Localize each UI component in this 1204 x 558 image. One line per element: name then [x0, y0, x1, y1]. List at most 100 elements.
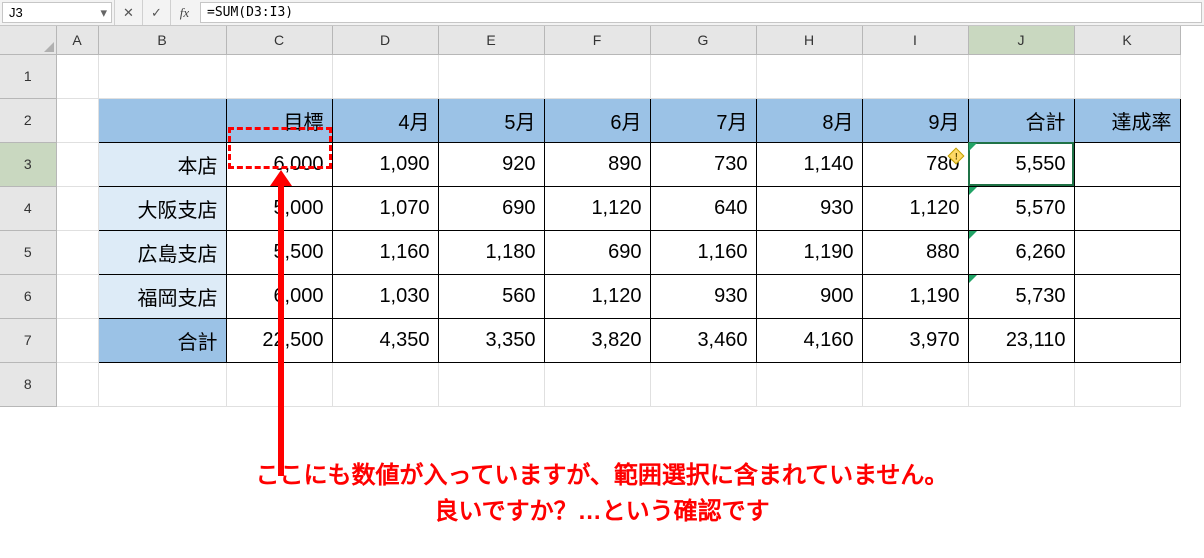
- cell-E3[interactable]: 920: [438, 142, 544, 186]
- cell-G2[interactable]: 7月: [650, 98, 756, 142]
- cell-F8[interactable]: [544, 362, 650, 406]
- cell-B3[interactable]: 本店: [98, 142, 226, 186]
- cell-G3[interactable]: 730: [650, 142, 756, 186]
- cell-K8[interactable]: [1074, 362, 1180, 406]
- spreadsheet-grid[interactable]: A B C D E F G H I J K 1 2 目標 4月 5月 6月 7月…: [0, 26, 1181, 407]
- col-header-K[interactable]: K: [1074, 26, 1180, 54]
- col-header-F[interactable]: F: [544, 26, 650, 54]
- row-header-4[interactable]: 4: [0, 186, 56, 230]
- cell-E8[interactable]: [438, 362, 544, 406]
- cell-F4[interactable]: 1,120: [544, 186, 650, 230]
- cell-E6[interactable]: 560: [438, 274, 544, 318]
- cell-I7[interactable]: 3,970: [862, 318, 968, 362]
- cell-K3[interactable]: [1074, 142, 1180, 186]
- row-header-6[interactable]: 6: [0, 274, 56, 318]
- cell-I5[interactable]: 880: [862, 230, 968, 274]
- cell-E1[interactable]: [438, 54, 544, 98]
- cell-K6[interactable]: [1074, 274, 1180, 318]
- cell-A6[interactable]: [56, 274, 98, 318]
- cell-A2[interactable]: [56, 98, 98, 142]
- col-header-A[interactable]: A: [56, 26, 98, 54]
- cell-C5[interactable]: 5,500: [226, 230, 332, 274]
- cell-H4[interactable]: 930: [756, 186, 862, 230]
- cell-H8[interactable]: [756, 362, 862, 406]
- cell-F5[interactable]: 690: [544, 230, 650, 274]
- row-header-5[interactable]: 5: [0, 230, 56, 274]
- cell-K4[interactable]: [1074, 186, 1180, 230]
- cell-A5[interactable]: [56, 230, 98, 274]
- row-header-7[interactable]: 7: [0, 318, 56, 362]
- cell-D6[interactable]: 1,030: [332, 274, 438, 318]
- cell-E7[interactable]: 3,350: [438, 318, 544, 362]
- cell-D8[interactable]: [332, 362, 438, 406]
- col-header-H[interactable]: H: [756, 26, 862, 54]
- cell-D7[interactable]: 4,350: [332, 318, 438, 362]
- cell-B8[interactable]: [98, 362, 226, 406]
- cell-H5[interactable]: 1,190: [756, 230, 862, 274]
- cell-J8[interactable]: [968, 362, 1074, 406]
- cell-B2[interactable]: [98, 98, 226, 142]
- cell-E5[interactable]: 1,180: [438, 230, 544, 274]
- cell-C7[interactable]: 22,500: [226, 318, 332, 362]
- cell-G6[interactable]: 930: [650, 274, 756, 318]
- cell-D4[interactable]: 1,070: [332, 186, 438, 230]
- cell-A4[interactable]: [56, 186, 98, 230]
- cell-E4[interactable]: 690: [438, 186, 544, 230]
- select-all-corner[interactable]: [0, 26, 56, 54]
- row-header-3[interactable]: 3: [0, 142, 56, 186]
- cell-F3[interactable]: 890: [544, 142, 650, 186]
- enter-icon[interactable]: ✓: [142, 0, 170, 25]
- cell-I2[interactable]: 9月: [862, 98, 968, 142]
- cell-J7[interactable]: 23,110: [968, 318, 1074, 362]
- cell-D5[interactable]: 1,160: [332, 230, 438, 274]
- cell-G4[interactable]: 640: [650, 186, 756, 230]
- col-header-B[interactable]: B: [98, 26, 226, 54]
- col-header-G[interactable]: G: [650, 26, 756, 54]
- cell-A8[interactable]: [56, 362, 98, 406]
- col-header-D[interactable]: D: [332, 26, 438, 54]
- cell-C6[interactable]: 6,000: [226, 274, 332, 318]
- cell-D3[interactable]: 1,090: [332, 142, 438, 186]
- cell-J5[interactable]: 6,260: [968, 230, 1074, 274]
- cell-G1[interactable]: [650, 54, 756, 98]
- cell-D2[interactable]: 4月: [332, 98, 438, 142]
- cell-I4[interactable]: 1,120: [862, 186, 968, 230]
- col-header-I[interactable]: I: [862, 26, 968, 54]
- cell-H6[interactable]: 900: [756, 274, 862, 318]
- error-check-icon[interactable]: !: [947, 147, 965, 165]
- cell-C8[interactable]: [226, 362, 332, 406]
- cell-I1[interactable]: [862, 54, 968, 98]
- formula-input[interactable]: =SUM(D3:I3): [200, 2, 1202, 23]
- name-box-dropdown-icon[interactable]: ▾: [100, 5, 107, 21]
- cell-F7[interactable]: 3,820: [544, 318, 650, 362]
- cell-J4[interactable]: 5,570: [968, 186, 1074, 230]
- cell-C1[interactable]: [226, 54, 332, 98]
- cell-B5[interactable]: 広島支店: [98, 230, 226, 274]
- cell-H2[interactable]: 8月: [756, 98, 862, 142]
- cell-J6[interactable]: 5,730: [968, 274, 1074, 318]
- cell-F6[interactable]: 1,120: [544, 274, 650, 318]
- cell-H7[interactable]: 4,160: [756, 318, 862, 362]
- cell-C3[interactable]: 6,000: [226, 142, 332, 186]
- cell-K5[interactable]: [1074, 230, 1180, 274]
- cell-K2[interactable]: 達成率: [1074, 98, 1180, 142]
- row-header-1[interactable]: 1: [0, 54, 56, 98]
- cell-H3[interactable]: 1,140: [756, 142, 862, 186]
- cell-F1[interactable]: [544, 54, 650, 98]
- cell-C4[interactable]: 5,000: [226, 186, 332, 230]
- cell-F2[interactable]: 6月: [544, 98, 650, 142]
- cell-G5[interactable]: 1,160: [650, 230, 756, 274]
- cell-D1[interactable]: [332, 54, 438, 98]
- cancel-icon[interactable]: ✕: [114, 0, 142, 25]
- col-header-E[interactable]: E: [438, 26, 544, 54]
- cell-J1[interactable]: [968, 54, 1074, 98]
- cell-E2[interactable]: 5月: [438, 98, 544, 142]
- cell-J2[interactable]: 合計: [968, 98, 1074, 142]
- cell-K1[interactable]: [1074, 54, 1180, 98]
- name-box[interactable]: J3 ▾: [2, 2, 112, 23]
- cell-H1[interactable]: [756, 54, 862, 98]
- cell-B7[interactable]: 合計: [98, 318, 226, 362]
- cell-G7[interactable]: 3,460: [650, 318, 756, 362]
- row-header-8[interactable]: 8: [0, 362, 56, 406]
- cell-A7[interactable]: [56, 318, 98, 362]
